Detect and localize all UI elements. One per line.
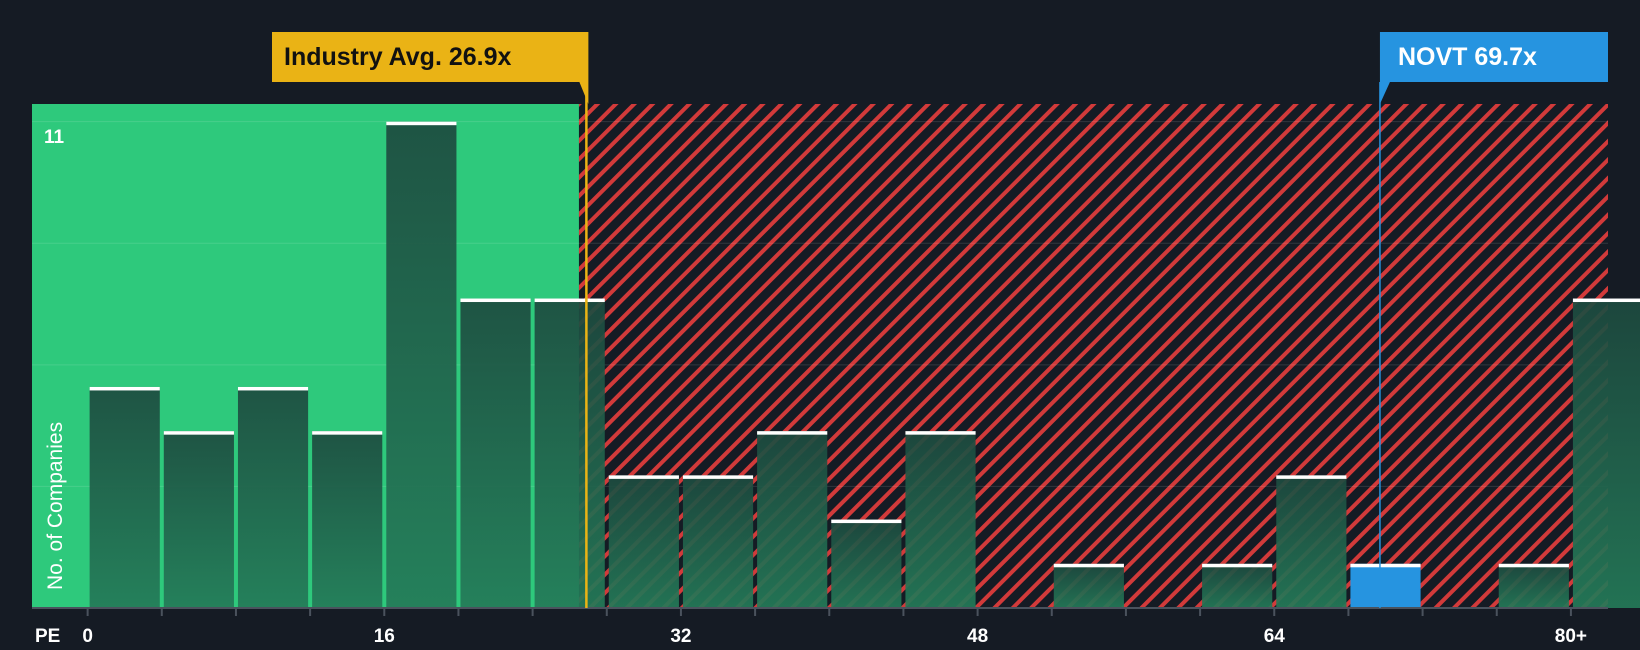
x-tick-label: 80+	[1555, 626, 1587, 647]
histogram-bar	[1276, 475, 1347, 608]
bar-cap	[1202, 563, 1273, 568]
bar-cap	[757, 431, 828, 435]
bar-cap	[905, 431, 976, 435]
bar-cap	[831, 519, 902, 524]
histogram-bar	[1202, 563, 1273, 608]
histogram-bar	[534, 298, 605, 608]
histogram-bar	[682, 475, 754, 608]
bar-cap	[89, 386, 160, 391]
x-tick-label: 64	[1264, 626, 1286, 647]
y-axis-label: No. of Companies	[44, 422, 67, 590]
histogram-bar	[1572, 298, 1640, 608]
histogram-bar	[163, 431, 234, 608]
histogram-bar	[608, 475, 679, 608]
x-tick-label: 48	[967, 626, 988, 647]
industry-average-label: Industry Avg. 26.9x	[284, 43, 511, 71]
bar-cap	[1350, 563, 1421, 568]
histogram-bar	[312, 431, 383, 608]
bar-cap	[163, 431, 234, 435]
histogram-bar	[905, 431, 976, 608]
pe-distribution-chart: 0 16 32 48 64 80+ PE 11 No. of Companies Indu…	[0, 0, 1640, 650]
x-axis-ticks: 0 16 32 48 64 80+	[82, 608, 1587, 647]
bar-cap	[1053, 563, 1124, 568]
bar-cap	[682, 475, 754, 479]
histogram-bar	[831, 519, 902, 608]
x-tick-label: 16	[374, 626, 395, 647]
histogram-bar	[460, 298, 531, 608]
x-axis-label: PE	[35, 626, 60, 647]
bar-cap	[312, 431, 383, 435]
bar-cap	[1572, 298, 1640, 303]
bar-cap	[460, 298, 531, 303]
bar-cap	[1498, 563, 1569, 568]
histogram-bar	[1053, 563, 1124, 608]
bar-cap	[237, 386, 309, 391]
x-tick-label: 0	[82, 626, 93, 647]
y-axis-max-label: 11	[44, 127, 65, 148]
bar-cap	[608, 475, 679, 479]
histogram-bar	[237, 386, 309, 608]
histogram-bar	[89, 386, 160, 608]
histogram-bar	[1498, 563, 1569, 608]
histogram-bar	[386, 121, 457, 609]
bar-cap	[1276, 475, 1347, 479]
company-pe-label: NOVT 69.7x	[1398, 43, 1537, 71]
x-tick-label: 32	[670, 626, 691, 647]
company-bar	[1350, 563, 1421, 608]
histogram-svg: 0 16 32 48 64 80+ PE 11 No. of Companies Indu…	[32, 32, 1640, 647]
bar-cap	[386, 121, 457, 126]
bar-cap	[534, 298, 605, 303]
histogram-bar	[757, 431, 828, 608]
